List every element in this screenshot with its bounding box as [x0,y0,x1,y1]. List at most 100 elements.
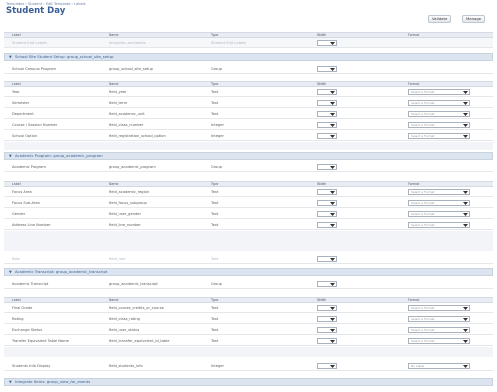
chevron-down-icon [463,202,468,205]
table-row: School Option field_registration_school_… [4,131,493,141]
table-row: Rating field_class_rating Text Select a … [4,314,493,324]
row-name: template.user.labels [109,41,146,45]
chevron-down-icon [330,224,335,227]
chevron-down-icon [463,307,468,310]
chevron-down-icon [330,283,335,286]
chevron-down-icon [330,42,335,45]
width-select[interactable] [317,200,337,206]
collapse-triangle-icon: ▼ [9,55,12,59]
width-select[interactable] [317,316,337,322]
table-row: Year field_year Text Select a Format [4,87,493,97]
chevron-down-icon [463,124,468,127]
chevron-down-icon [330,202,335,205]
width-select[interactable] [317,189,337,195]
collapse-triangle-icon: ▼ [9,270,12,274]
group-row: Academic Program group_academic_program … [4,162,493,172]
group-row: School Campus Program group_school_site_… [4,64,493,74]
section-header[interactable]: ▼ Academic Program: group_academic_progr… [4,152,493,160]
format-select[interactable]: Select a Format [408,211,470,217]
format-select[interactable]: Select a Format [408,200,470,206]
chevron-down-icon [330,102,335,105]
format-select[interactable]: No Label [408,363,470,369]
section-header[interactable]: ▼ Academic Transcript: group_academic_tr… [4,268,493,276]
manage-button[interactable]: Manage [462,15,486,23]
chevron-down-icon [463,135,468,138]
width-select[interactable] [317,89,337,95]
format-select[interactable]: Select a Format [408,222,470,228]
validate-button[interactable]: Validate [428,15,452,23]
chevron-down-icon [330,213,335,216]
format-select[interactable]: Select a Format [408,189,470,195]
width-select[interactable] [317,281,337,287]
format-select[interactable]: Select a Format [408,327,470,333]
chevron-down-icon [330,258,335,261]
width-select[interactable] [317,100,337,106]
width-select[interactable] [317,164,337,170]
chevron-down-icon [330,340,335,343]
width-select[interactable] [317,363,337,369]
chevron-down-icon [463,365,468,368]
table-row: Focus Area field_academic_region Text Se… [4,187,493,197]
width-select[interactable] [317,305,337,311]
chevron-down-icon [330,318,335,321]
chevron-down-icon [463,224,468,227]
chevron-down-icon [463,318,468,321]
chevron-down-icon [330,113,335,116]
table-row: Final Grade field_course_credits_or_cour… [4,303,493,313]
table-row: Semester field_term Text Select a Format [4,98,493,108]
section-header[interactable]: ▼ Integrate Items: group_view_for_events [4,378,493,386]
table-row: Focus Sub-Area field_focus_subgroup Text… [4,198,493,208]
chevron-down-icon [463,191,468,194]
width-select[interactable] [317,222,337,228]
width-select[interactable] [317,256,337,262]
table-row: Address Line Number field_line_number Te… [4,220,493,230]
format-select[interactable]: Select a Format [408,111,470,117]
format-select[interactable]: Select a Format [408,122,470,128]
width-select[interactable] [317,66,337,72]
chevron-down-icon [330,135,335,138]
table-row: Department field_academic_unit Text Sele… [4,109,493,119]
collapse-triangle-icon: ▼ [9,154,12,158]
width-select[interactable] [317,327,337,333]
width-select[interactable] [317,133,337,139]
chevron-down-icon [330,91,335,94]
chevron-down-icon [330,124,335,127]
table-row: Course / Session Number field_class_numb… [4,120,493,130]
width-select[interactable] [317,111,337,117]
chevron-down-icon [463,340,468,343]
chevron-down-icon [463,329,468,332]
chevron-down-icon [463,113,468,116]
chevron-down-icon [330,365,335,368]
format-select[interactable]: Select a Format [408,338,470,344]
chevron-down-icon [330,307,335,310]
width-select[interactable] [317,122,337,128]
width-select[interactable] [317,40,337,46]
section-spacer [4,347,493,357]
section-spacer [4,142,493,150]
section-spacer [4,231,493,251]
format-select[interactable]: Select a Format [408,133,470,139]
format-select[interactable]: Select a Format [408,89,470,95]
format-select[interactable]: Select a Format [408,100,470,106]
table-row: Student Edit Labels template.user.labels… [4,38,493,48]
table-row: Gender field_user_gender Text Select a F… [4,209,493,219]
width-select[interactable] [317,338,337,344]
width-select[interactable] [317,211,337,217]
chevron-down-icon [330,166,335,169]
table-row: Role field_role Text [4,254,493,264]
row-type: Student Edit Labels [211,41,246,45]
chevron-down-icon [463,213,468,216]
chevron-down-icon [330,191,335,194]
table-row: Transfer Equivalent Table Name field_tra… [4,336,493,346]
chevron-down-icon [463,91,468,94]
chevron-down-icon [330,329,335,332]
table-row: Students Info Display field_students_inf… [4,361,493,371]
section-header[interactable]: ▼ School Site Student Setup: group_schoo… [4,53,493,61]
chevron-down-icon [463,102,468,105]
collapse-triangle-icon: ▼ [9,380,12,384]
table-row: Exchange Status field_user_status Text S… [4,325,493,335]
row-label: Student Edit Labels [12,41,47,45]
format-select[interactable]: Select a Format [408,305,470,311]
chevron-down-icon [330,68,335,71]
format-select[interactable]: Select a Format [408,316,470,322]
